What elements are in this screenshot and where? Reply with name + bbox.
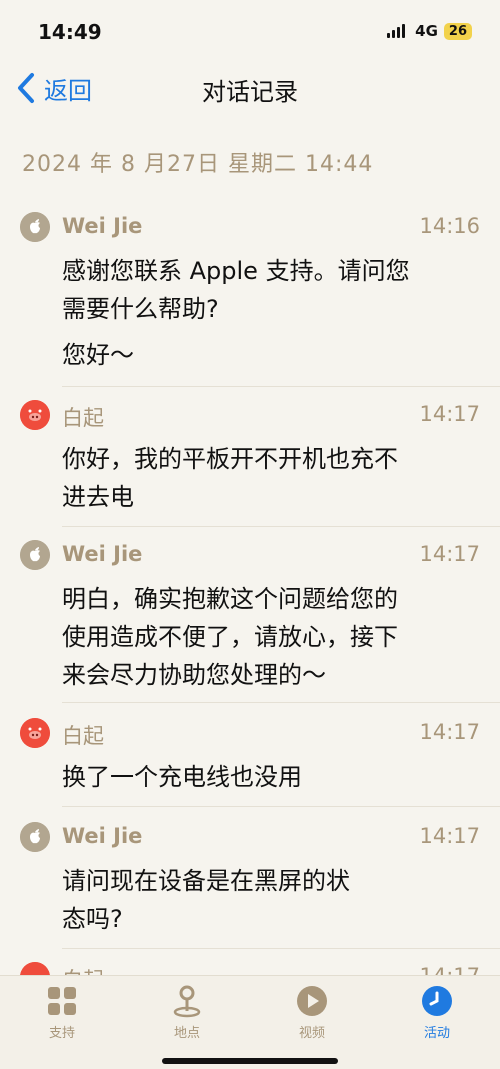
message-line: 换了一个充电线也没用 [62, 763, 302, 791]
message-line: 需要什么帮助? [62, 295, 219, 323]
apple-logo-icon [20, 540, 50, 570]
tab-label: 地点 [173, 1026, 200, 1041]
tab-locations[interactable]: 地点 [137, 984, 237, 1041]
message-text: 感谢您联系 Apple 支持。请问您 需要什么帮助? 您好～ [62, 252, 472, 374]
network-type: 4G [415, 22, 438, 40]
pig-avatar-icon [20, 962, 50, 975]
status-indicators: 4G 26 [387, 22, 472, 40]
message-line: 您好～ [62, 341, 134, 369]
message-header: Wei Jie 14:16 [20, 212, 480, 246]
message-time: 14:17 [419, 542, 480, 566]
tab-activity[interactable]: 活动 [387, 984, 487, 1041]
tab-label: 活动 [423, 1026, 450, 1041]
map-pin-icon [173, 985, 201, 1018]
message-header: Wei Jie 14:17 [20, 822, 480, 856]
pig-avatar-icon [20, 400, 50, 430]
message-header: 白起 14:17 [20, 962, 480, 975]
message-text: 你好，我的平板开不开机也充不 进去电 [62, 440, 472, 516]
apple-logo-icon [20, 212, 50, 242]
tab-label: 视频 [298, 1026, 325, 1041]
sender-name: Wei Jie [62, 824, 143, 848]
message-line: 使用造成不便了，请放心，接下 [62, 623, 398, 651]
tab-support[interactable]: 支持 [12, 984, 112, 1041]
date-header: 2024 年 8 月27日 星期二 14:44 [22, 152, 374, 177]
battery-level: 26 [443, 22, 472, 40]
clock-icon [422, 986, 452, 1016]
sender-name: 白起 [62, 406, 104, 430]
play-icon [297, 986, 327, 1016]
message-time: 14:17 [419, 964, 480, 975]
chat-list[interactable]: Wei Jie 14:16 感谢您联系 Apple 支持。请问您 需要什么帮助?… [0, 200, 500, 975]
message-time: 14:17 [419, 402, 480, 426]
tab-label: 支持 [48, 1026, 75, 1041]
status-bar: 14:49 4G 26 [0, 0, 500, 60]
message-line: 进去电 [62, 483, 134, 511]
message-text: 请问现在设备是在黑屏的状 态吗? [62, 862, 472, 938]
sender-name: Wei Jie [62, 214, 143, 238]
message-line: 态吗? [62, 905, 123, 933]
home-indicator [162, 1058, 338, 1064]
signal-icon [387, 24, 406, 38]
message-text: 换了一个充电线也没用 [62, 758, 472, 796]
status-time: 14:49 [38, 20, 102, 44]
message-time: 14:17 [419, 824, 480, 848]
message-line: 来会尽力协助您处理的～ [62, 661, 326, 689]
grid-icon [48, 987, 76, 1015]
divider [62, 948, 500, 949]
divider [62, 806, 500, 807]
message-time: 14:16 [419, 214, 480, 238]
divider [62, 386, 500, 387]
message-time: 14:17 [419, 720, 480, 744]
sender-name: Wei Jie [62, 542, 143, 566]
divider [62, 526, 500, 527]
sender-name: 白起 [62, 964, 104, 975]
apple-logo-icon [20, 822, 50, 852]
tab-videos[interactable]: 视频 [262, 984, 362, 1041]
message-text: 明白，确实抱歉这个问题给您的 使用造成不便了，请放心，接下 来会尽力协助您处理的… [62, 580, 472, 694]
sender-name: 白起 [62, 724, 104, 748]
message-header: 白起 14:17 [20, 718, 480, 752]
message-line: 明白，确实抱歉这个问题给您的 [62, 585, 398, 613]
divider [62, 702, 500, 703]
pig-avatar-icon [20, 718, 50, 748]
tab-bar: 支持 地点 视频 活动 [0, 975, 500, 1069]
message-header: Wei Jie 14:17 [20, 540, 480, 574]
message-header: 白起 14:17 [20, 400, 480, 434]
message-line: 你好，我的平板开不开机也充不 [62, 445, 398, 473]
message-line: 请问现在设备是在黑屏的状 [62, 867, 350, 895]
message-line: 感谢您联系 Apple 支持。请问您 [62, 257, 410, 285]
nav-bar: 返回 对话记录 [0, 60, 500, 116]
page-title: 对话记录 [202, 78, 298, 106]
